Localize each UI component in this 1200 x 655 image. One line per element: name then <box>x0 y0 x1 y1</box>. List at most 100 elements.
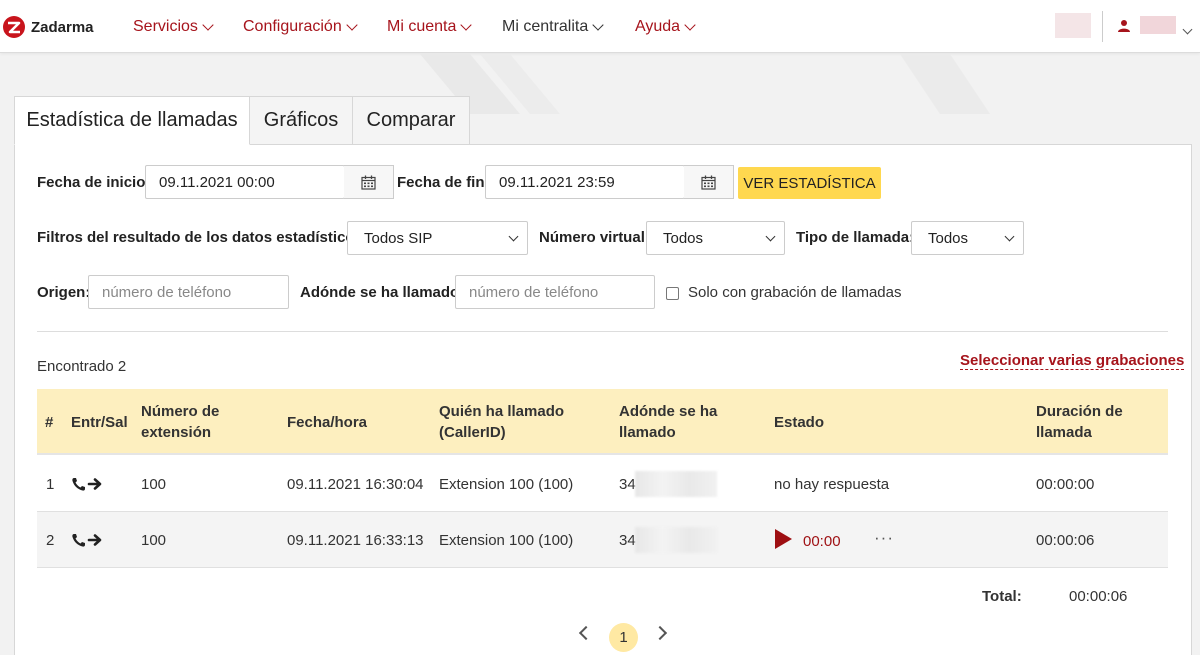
outgoing-call-icon <box>72 534 102 547</box>
tab-label: Estadística de llamadas <box>26 109 238 131</box>
table-row: 1 100 09.11.2021 16:30:04 Extension 100 … <box>37 456 1168 512</box>
chevron-down-icon <box>1004 231 1015 242</box>
outgoing-call-icon <box>72 478 102 491</box>
header-line: Quién ha llamado <box>439 403 565 420</box>
chevron-down-icon <box>346 18 358 31</box>
end-date-calendar-button[interactable] <box>684 165 734 199</box>
menu-ayuda[interactable]: Ayuda <box>635 0 696 53</box>
page-number-current[interactable]: 1 <box>609 623 638 652</box>
virtual-number-value: Todos <box>663 229 704 247</box>
tab-label: Gráficos <box>263 109 339 131</box>
extension-cell: 100 <box>141 476 167 493</box>
more-options-icon[interactable]: ··· <box>874 528 894 548</box>
datetime-cell: 09.11.2021 16:30:04 <box>287 476 424 493</box>
origin-label: Origen: <box>37 284 91 301</box>
sip-select[interactable]: Todos SIP <box>347 221 528 255</box>
header-line: (CallerID) <box>439 424 506 441</box>
chevron-down-icon <box>460 18 473 31</box>
virtual-number-select[interactable]: Todos <box>646 221 785 255</box>
destination-cell: 34 <box>619 532 636 549</box>
calendar-icon <box>361 175 376 190</box>
status-cell: no hay respuesta <box>774 476 890 493</box>
menu-configuracion[interactable]: Configuración <box>243 0 358 53</box>
tab-call-statistics[interactable]: Estadística de llamadas <box>14 96 250 145</box>
col-duration-header: Duración de llamada <box>1036 401 1123 443</box>
header-divider <box>1102 11 1103 42</box>
col-direction-header: Entr/Sal <box>71 414 128 431</box>
col-datetime-header: Fecha/hora <box>287 414 368 431</box>
menu-label: Mi centralita <box>502 17 589 35</box>
menu-label: Mi cuenta <box>387 17 457 35</box>
sip-select-value: Todos SIP <box>364 229 433 247</box>
start-date-label: Fecha de inicio: <box>37 174 151 191</box>
origin-input[interactable]: número de teléfono <box>88 275 289 309</box>
col-extension-header: Número de extensión <box>141 401 219 443</box>
chevron-down-icon <box>684 18 696 31</box>
chevron-down-icon <box>508 231 519 242</box>
chevron-down-icon <box>592 18 604 31</box>
caller-cell: Extension 100 (100) <box>439 476 574 493</box>
virtual-number-label: Número virtual: <box>539 229 650 246</box>
end-date-input[interactable]: 09.11.2021 23:59 <box>485 165 685 199</box>
total-value: 00:00:06 <box>1069 588 1128 605</box>
user-menu-chevron[interactable] <box>1182 20 1193 37</box>
user-name[interactable] <box>1140 16 1176 34</box>
caller-cell: Extension 100 (100) <box>439 532 574 549</box>
header-line: llamado <box>619 424 676 441</box>
header-line: Duración de <box>1036 403 1123 420</box>
logo-text: Zadarma <box>31 18 94 36</box>
tab-compare[interactable]: Comparar <box>352 96 470 145</box>
section-divider <box>37 331 1168 332</box>
call-type-value: Todos <box>928 229 969 247</box>
menu-label: Ayuda <box>635 17 681 35</box>
play-recording-icon[interactable] <box>775 529 792 549</box>
tab-charts[interactable]: Gráficos <box>249 96 353 145</box>
menu-label: Servicios <box>133 17 198 35</box>
col-caller-header: Quién ha llamado (CallerID) <box>439 401 564 443</box>
start-date-calendar-button[interactable] <box>344 165 394 199</box>
menu-label: Configuración <box>243 17 342 35</box>
redacted-number <box>635 471 717 497</box>
menu-servicios[interactable]: Servicios <box>133 0 214 53</box>
recording-only-label[interactable]: Solo con grabación de llamadas <box>688 284 901 301</box>
col-status-header: Estado <box>774 414 825 431</box>
destination-cell: 34 <box>619 476 636 493</box>
zadarma-logo[interactable]: Zadarma <box>0 14 94 40</box>
top-navigation-bar: Zadarma Servicios Configuración Mi cuent… <box>0 0 1200 53</box>
header-line: extensión <box>141 424 212 441</box>
duration-cell: 00:00:00 <box>1036 476 1095 493</box>
table-row: 2 100 09.11.2021 16:33:13 Extension 100 … <box>37 512 1168 568</box>
row-number: 1 <box>46 476 55 493</box>
view-statistics-button[interactable]: VER ESTADÍSTICA <box>738 167 881 199</box>
tab-label: Comparar <box>366 109 456 131</box>
end-date-label: Fecha de fin: <box>397 174 490 191</box>
result-filters-label: Filtros del resultado de los datos estad… <box>37 229 368 246</box>
redacted-number <box>635 527 717 553</box>
table-header: # Entr/Sal Número de extensión Fecha/hor… <box>37 389 1168 455</box>
destination-input[interactable]: número de teléfono <box>455 275 655 309</box>
destination-label: Adónde se ha llamado: <box>300 284 465 301</box>
calendar-icon <box>701 175 716 190</box>
start-date-input[interactable]: 09.11.2021 00:00 <box>145 165 345 199</box>
row-number: 2 <box>46 532 55 549</box>
results-count: Encontrado 2 <box>37 358 127 375</box>
balance-display[interactable] <box>1055 13 1091 38</box>
chevron-down-icon <box>202 18 214 31</box>
total-label: Total: <box>982 588 1022 605</box>
select-multiple-recordings-link[interactable]: Seleccionar varias grabaciones <box>960 352 1185 370</box>
datetime-cell: 09.11.2021 16:33:13 <box>287 532 424 549</box>
chevron-down-icon <box>765 231 776 242</box>
zadarma-logo-icon <box>3 16 25 38</box>
menu-mi-cuenta[interactable]: Mi cuenta <box>387 0 473 53</box>
recording-only-checkbox[interactable] <box>666 287 679 300</box>
header-line: llamada <box>1036 424 1092 441</box>
chevron-down-icon <box>1182 24 1193 35</box>
recording-time: 00:00 <box>803 533 841 550</box>
user-icon[interactable] <box>1117 19 1131 33</box>
call-type-select[interactable]: Todos <box>911 221 1024 255</box>
menu-mi-centralita[interactable]: Mi centralita <box>502 0 604 53</box>
col-number-header: # <box>45 414 54 431</box>
call-type-label: Tipo de llamada: <box>796 229 915 246</box>
extension-cell: 100 <box>141 532 167 549</box>
header-line: Adónde se ha <box>619 403 718 420</box>
